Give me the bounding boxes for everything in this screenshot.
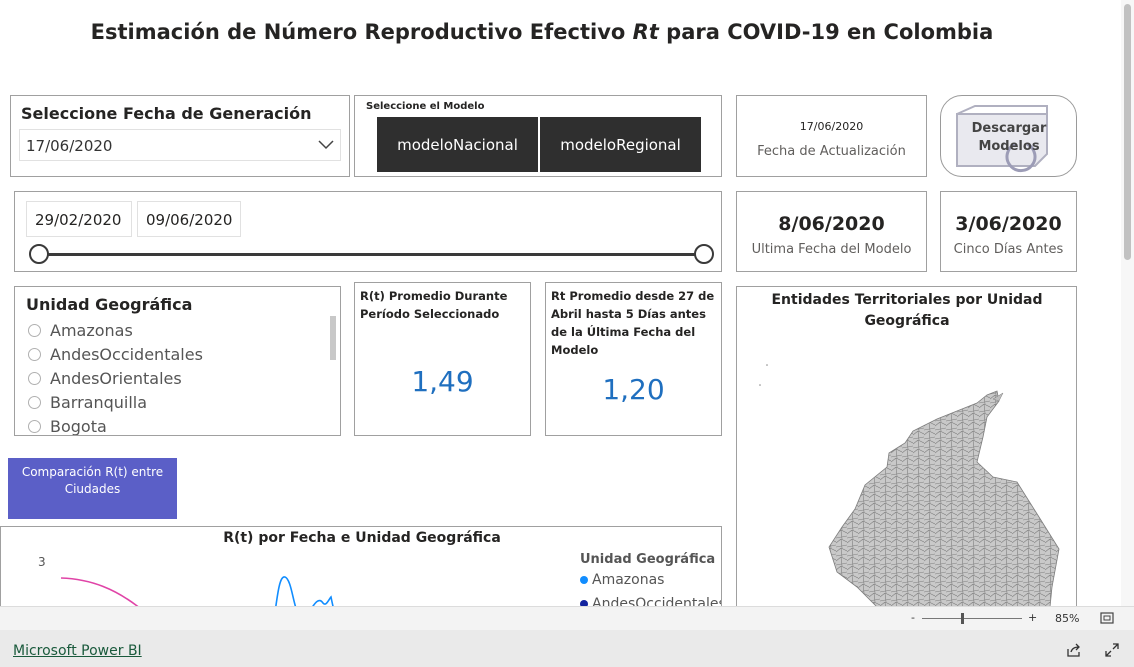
- radio-icon: [28, 395, 41, 409]
- zoom-slider-handle[interactable]: [961, 613, 964, 624]
- series-line-amazonas: [275, 576, 334, 606]
- ultima-fecha-value: 8/06/2020: [778, 213, 885, 235]
- rt-line-chart: R(t) por Fecha e Unidad Geográfica 3 Uni…: [0, 526, 722, 606]
- legend-item-andesoccidentales[interactable]: AndesOccidentales: [580, 596, 722, 606]
- unidad-item-label: AndesOccidentales: [50, 344, 203, 364]
- kpi-rt-promedio-card: R(t) Promedio Durante Período Selecciona…: [354, 282, 531, 436]
- unidad-scrollbar[interactable]: [330, 316, 336, 360]
- radio-icon: [28, 371, 41, 385]
- legend-item-amazonas[interactable]: Amazonas: [580, 572, 664, 588]
- legend-title: Unidad Geográfica: [580, 552, 716, 567]
- zoom-slider[interactable]: [922, 618, 1022, 619]
- zoom-out-button[interactable]: -: [911, 611, 915, 624]
- cinco-dias-value: 3/06/2020: [955, 213, 1062, 235]
- fecha-generacion-dropdown[interactable]: 17/06/2020: [19, 129, 341, 161]
- fecha-generacion-label: Seleccione Fecha de Generación: [21, 104, 312, 123]
- range-start-input[interactable]: 29/02/2020: [26, 201, 132, 237]
- fecha-generacion-value: 17/06/2020: [26, 137, 113, 155]
- share-icon[interactable]: [1067, 643, 1081, 657]
- radio-icon: [28, 419, 41, 433]
- range-slider-start-handle[interactable]: [29, 244, 49, 264]
- legend-dot-icon: [580, 576, 588, 584]
- page-scrollbar-thumb[interactable]: [1124, 4, 1131, 260]
- zoom-level: 85%: [1055, 612, 1080, 625]
- power-bi-link[interactable]: Microsoft Power BI: [13, 643, 142, 659]
- kpi-rt-abril-card: Rt Promedio desde 27 de Abril hasta 5 Dí…: [545, 282, 722, 436]
- kpi-rt-abril-label: Rt Promedio desde 27 de Abril hasta 5 Dí…: [551, 289, 715, 357]
- unidad-item-label: Bogota: [50, 416, 107, 436]
- legend-label: AndesOccidentales: [592, 596, 722, 606]
- actualizacion-card: 17/06/2020 Fecha de Actualización: [736, 95, 927, 177]
- unidad-list: Amazonas AndesOccidentales AndesOriental…: [28, 318, 318, 436]
- modelo-slicer: Seleccione el Modelo modeloNacional mode…: [354, 95, 722, 177]
- radio-icon: [28, 323, 41, 337]
- range-slider-end-handle[interactable]: [694, 244, 714, 264]
- unidad-item-bogota[interactable]: Bogota: [28, 414, 318, 436]
- unidad-geografica-label: Unidad Geográfica: [26, 295, 193, 314]
- zoom-in-button[interactable]: +: [1028, 611, 1037, 624]
- range-slider-track: [39, 253, 705, 256]
- unidad-geografica-slicer: Unidad Geográfica Amazonas AndesOccident…: [14, 286, 341, 436]
- unidad-item-amazonas[interactable]: Amazonas: [28, 318, 318, 342]
- fit-to-page-icon[interactable]: [1100, 612, 1114, 624]
- cinco-dias-label: Cinco Días Antes: [953, 242, 1064, 257]
- modelo-nacional-button[interactable]: modeloNacional: [377, 117, 538, 172]
- series-line-pink: [60, 577, 139, 606]
- comparacion-ciudades-button[interactable]: Comparación R(t) entre Ciudades: [8, 458, 177, 519]
- descargar-modelos-button[interactable]: Descargar Modelos: [940, 95, 1077, 177]
- unidad-item-barranquilla[interactable]: Barranquilla: [28, 390, 318, 414]
- chevron-down-icon: [318, 140, 334, 150]
- page-title: Estimación de Número Reproductivo Efecti…: [90, 20, 994, 44]
- ultima-fecha-card: 8/06/2020 Ultima Fecha del Modelo: [736, 191, 927, 272]
- ultima-fecha-label: Ultima Fecha del Modelo: [751, 242, 912, 257]
- page-scrollbar[interactable]: [1121, 0, 1134, 606]
- report-canvas: Estimación de Número Reproductivo Efecti…: [0, 0, 1121, 606]
- actualizacion-label: Fecha de Actualización: [757, 144, 906, 159]
- range-end-input[interactable]: 09/06/2020: [137, 201, 241, 237]
- date-range-slicer: 29/02/2020 09/06/2020: [14, 191, 722, 272]
- modelo-label: Seleccione el Modelo: [366, 101, 485, 112]
- fecha-generacion-slicer: Seleccione Fecha de Generación 17/06/202…: [10, 95, 350, 177]
- unidad-item-andesoccidentales[interactable]: AndesOccidentales: [28, 342, 318, 366]
- unidad-item-label: Amazonas: [50, 320, 133, 340]
- legend-label: Amazonas: [592, 572, 665, 588]
- kpi-rt-promedio-value: 1,49: [411, 365, 474, 398]
- actualizacion-value: 17/06/2020: [799, 120, 864, 133]
- kpi-rt-abril-value: 1,20: [602, 373, 665, 406]
- status-bar: - + 85%: [0, 606, 1134, 630]
- footer-bar: Microsoft Power BI: [0, 631, 1134, 667]
- colombia-map[interactable]: [737, 287, 1077, 606]
- descargar-label: Descargar Modelos: [971, 121, 1047, 154]
- comparacion-label: Comparación R(t) entre Ciudades: [21, 465, 164, 496]
- map-region[interactable]: [828, 390, 1060, 606]
- unidad-item-label: AndesOrientales: [50, 368, 182, 388]
- modelo-regional-button[interactable]: modeloRegional: [540, 117, 701, 172]
- cinco-dias-card: 3/06/2020 Cinco Días Antes: [940, 191, 1077, 272]
- unidad-item-label: Barranquilla: [50, 392, 148, 412]
- chart-plot-area[interactable]: [1, 527, 561, 606]
- fullscreen-icon[interactable]: [1105, 643, 1119, 657]
- unidad-item-andesorientales[interactable]: AndesOrientales: [28, 366, 318, 390]
- map-visual: Entidades Territoriales por Unidad Geogr…: [736, 286, 1077, 606]
- radio-icon: [28, 347, 41, 361]
- kpi-rt-promedio-label: R(t) Promedio Durante Período Selecciona…: [360, 289, 508, 321]
